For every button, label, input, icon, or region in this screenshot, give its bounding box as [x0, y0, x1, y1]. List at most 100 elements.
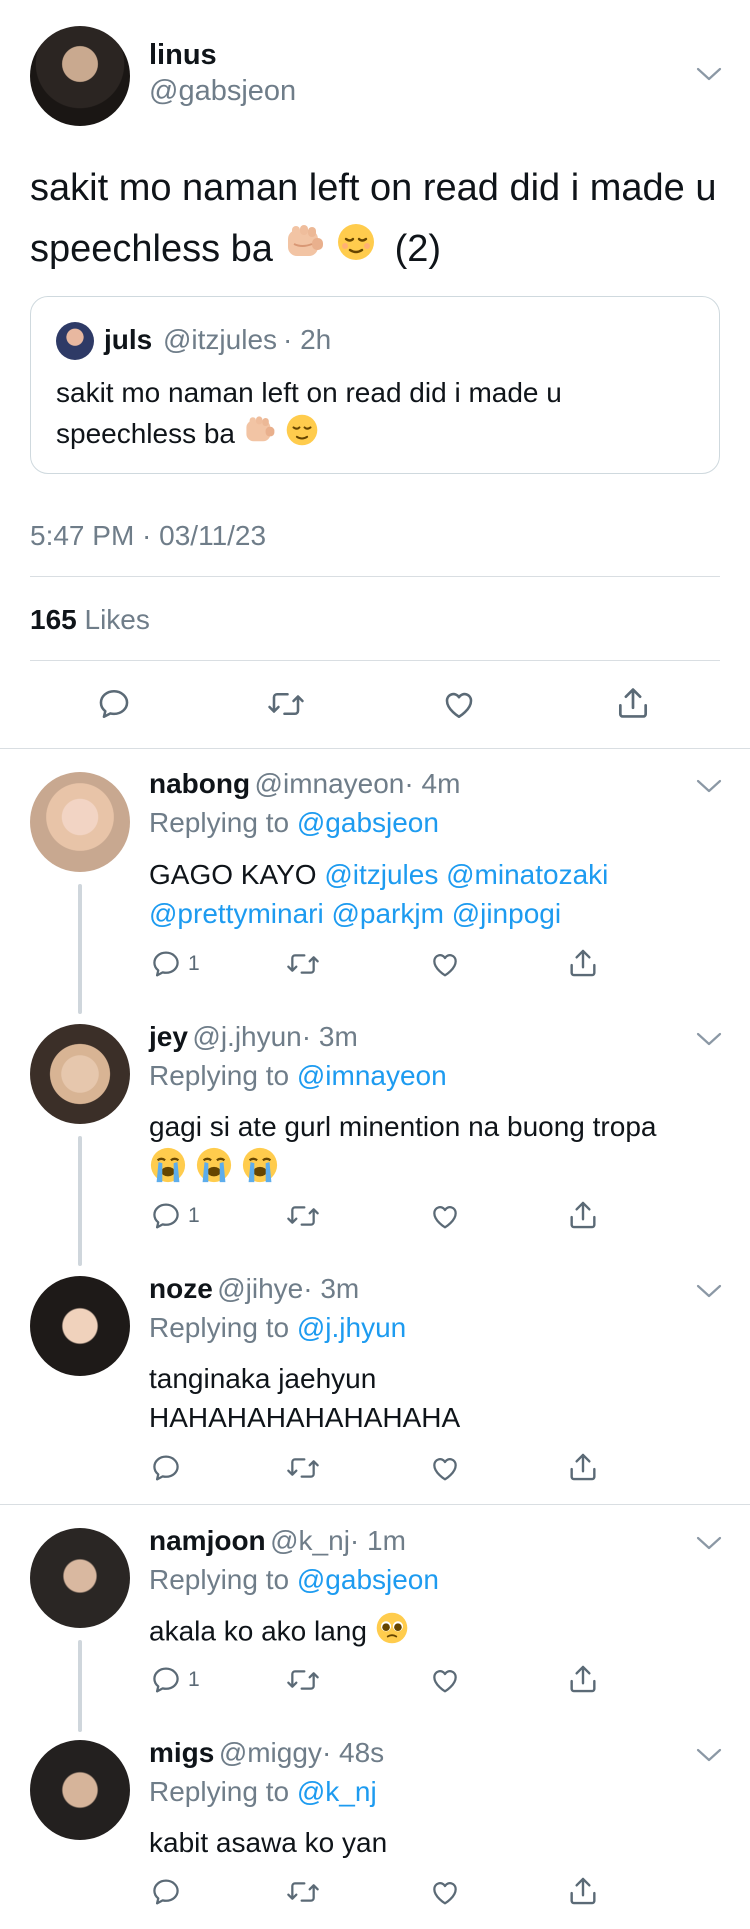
- reply-time: · 3m: [303, 1273, 360, 1304]
- reply-button[interactable]: 1: [150, 1200, 200, 1232]
- fist-emoji: [243, 414, 277, 457]
- replying-to: Replying to @gabsjeon: [149, 1564, 439, 1595]
- reply-icon: [153, 1667, 179, 1693]
- retweet-button[interactable]: [285, 948, 321, 980]
- like-button[interactable]: [428, 1876, 462, 1908]
- avatar-migs[interactable]: [30, 1740, 130, 1840]
- reply-button[interactable]: 1: [150, 1664, 200, 1696]
- like-icon: [433, 954, 457, 977]
- replying-to: Replying to @k_nj: [149, 1776, 377, 1807]
- like-icon: [433, 1670, 457, 1693]
- reply-author-name[interactable]: noze: [149, 1273, 213, 1304]
- share-icon: [570, 1877, 596, 1905]
- likes-count: 165: [30, 604, 77, 635]
- retweet-icon: [268, 692, 304, 716]
- relieved-emoji: [336, 220, 376, 281]
- retweet-button[interactable]: [285, 1452, 321, 1484]
- reply-icon: [99, 689, 129, 719]
- share-button[interactable]: [566, 1874, 600, 1908]
- replying-to: Replying to @imnayeon: [149, 1060, 447, 1091]
- replying-to-link[interactable]: @k_nj: [297, 1776, 377, 1807]
- mention-link[interactable]: @prettyminari: [149, 898, 324, 929]
- avatar-juls: [56, 322, 94, 360]
- reply-header: nabong @imnayeon· 4m: [149, 768, 460, 800]
- replying-to-link[interactable]: @imnayeon: [297, 1060, 447, 1091]
- reply-button[interactable]: [150, 1876, 188, 1908]
- replying-to: Replying to @gabsjeon: [149, 807, 439, 838]
- reply-text: akala ko ako lang: [149, 1611, 719, 1655]
- reply-count: 1: [188, 952, 200, 975]
- author-handle[interactable]: @gabsjeon: [149, 75, 296, 108]
- retweet-button[interactable]: [285, 1200, 321, 1232]
- retweet-icon: [287, 1206, 319, 1226]
- share-button[interactable]: [566, 1198, 600, 1232]
- avatar-namjoon[interactable]: [30, 1528, 130, 1628]
- reply-author-name[interactable]: migs: [149, 1737, 214, 1768]
- reply-author-name[interactable]: jey: [149, 1021, 188, 1052]
- replying-to-link[interactable]: @gabsjeon: [297, 1564, 439, 1595]
- like-icon: [433, 1882, 457, 1905]
- chevron-down-icon[interactable]: [696, 1535, 722, 1551]
- mention-link[interactable]: @minatozaki: [446, 859, 608, 890]
- reply-button[interactable]: [150, 1452, 188, 1484]
- reply-author-name[interactable]: namjoon: [149, 1525, 266, 1556]
- avatar-jey[interactable]: [30, 1024, 130, 1124]
- reply-button[interactable]: [96, 686, 132, 722]
- reply-button[interactable]: 1: [150, 948, 200, 980]
- like-button[interactable]: [428, 1664, 462, 1696]
- share-button[interactable]: [566, 1450, 600, 1484]
- thread-line: [78, 1640, 82, 1732]
- pleading-emoji: [375, 1611, 409, 1655]
- likes-stat[interactable]: 165 Likes: [30, 604, 150, 636]
- share-button[interactable]: [566, 946, 600, 980]
- reply-author-handle[interactable]: @jihye: [217, 1273, 303, 1304]
- reply-header: namjoon @k_nj· 1m: [149, 1525, 406, 1557]
- reply-author-handle[interactable]: @imnayeon: [255, 768, 405, 799]
- tweet-timestamp[interactable]: 5:47 PM · 03/11/23: [30, 520, 266, 552]
- like-button[interactable]: [428, 1200, 462, 1232]
- likes-label: Likes: [84, 604, 150, 635]
- avatar-noze[interactable]: [30, 1276, 130, 1376]
- chevron-down-icon[interactable]: [696, 1747, 722, 1763]
- mention-link[interactable]: @jinpogi: [452, 898, 561, 929]
- tweet-text: sakit mo naman left on read did i made u…: [30, 158, 730, 281]
- like-button[interactable]: [428, 1452, 462, 1484]
- retweet-icon: [287, 1458, 319, 1478]
- share-icon: [570, 949, 596, 977]
- reply-author-handle[interactable]: @j.jhyun: [192, 1021, 301, 1052]
- share-button[interactable]: [566, 1662, 600, 1696]
- reply-author-handle[interactable]: @k_nj: [270, 1525, 350, 1556]
- reply-time: · 1m: [349, 1525, 406, 1556]
- reply-author-handle[interactable]: @miggy: [219, 1737, 322, 1768]
- replying-to-link[interactable]: @j.jhyun: [297, 1312, 406, 1343]
- chevron-down-icon[interactable]: [696, 66, 722, 82]
- reply-header: jey @j.jhyun· 3m: [149, 1021, 358, 1053]
- retweet-icon: [287, 1670, 319, 1690]
- reply-text: GAGO KAYO @itzjules @minatozaki @prettym…: [149, 859, 609, 929]
- share-icon: [618, 688, 648, 718]
- fist-emoji: [284, 220, 326, 281]
- reply-author-name[interactable]: nabong: [149, 768, 250, 799]
- avatar-nabong[interactable]: [30, 772, 130, 872]
- avatar-linus[interactable]: [30, 26, 130, 126]
- retweet-button[interactable]: [285, 1664, 321, 1696]
- thread-line: [78, 884, 82, 1014]
- chevron-down-icon[interactable]: [696, 1283, 722, 1299]
- reply-text: tanginaka jaehyun HAHAHAHAHAHAHAHA: [149, 1363, 461, 1433]
- divider: [30, 660, 720, 661]
- share-button[interactable]: [614, 684, 652, 722]
- mention-link[interactable]: @itzjules: [324, 859, 438, 890]
- share-icon: [570, 1453, 596, 1481]
- share-icon: [570, 1201, 596, 1229]
- like-button[interactable]: [428, 948, 462, 980]
- relieved-emoji: [285, 413, 319, 458]
- divider: [0, 748, 750, 749]
- chevron-down-icon[interactable]: [696, 1031, 722, 1047]
- author-name[interactable]: linus: [149, 39, 217, 72]
- mention-link[interactable]: @parkjm: [331, 898, 443, 929]
- like-button[interactable]: [440, 686, 478, 722]
- chevron-down-icon[interactable]: [696, 778, 722, 794]
- replying-to-link[interactable]: @gabsjeon: [297, 807, 439, 838]
- retweet-button[interactable]: [285, 1876, 321, 1908]
- retweet-button[interactable]: [266, 686, 306, 722]
